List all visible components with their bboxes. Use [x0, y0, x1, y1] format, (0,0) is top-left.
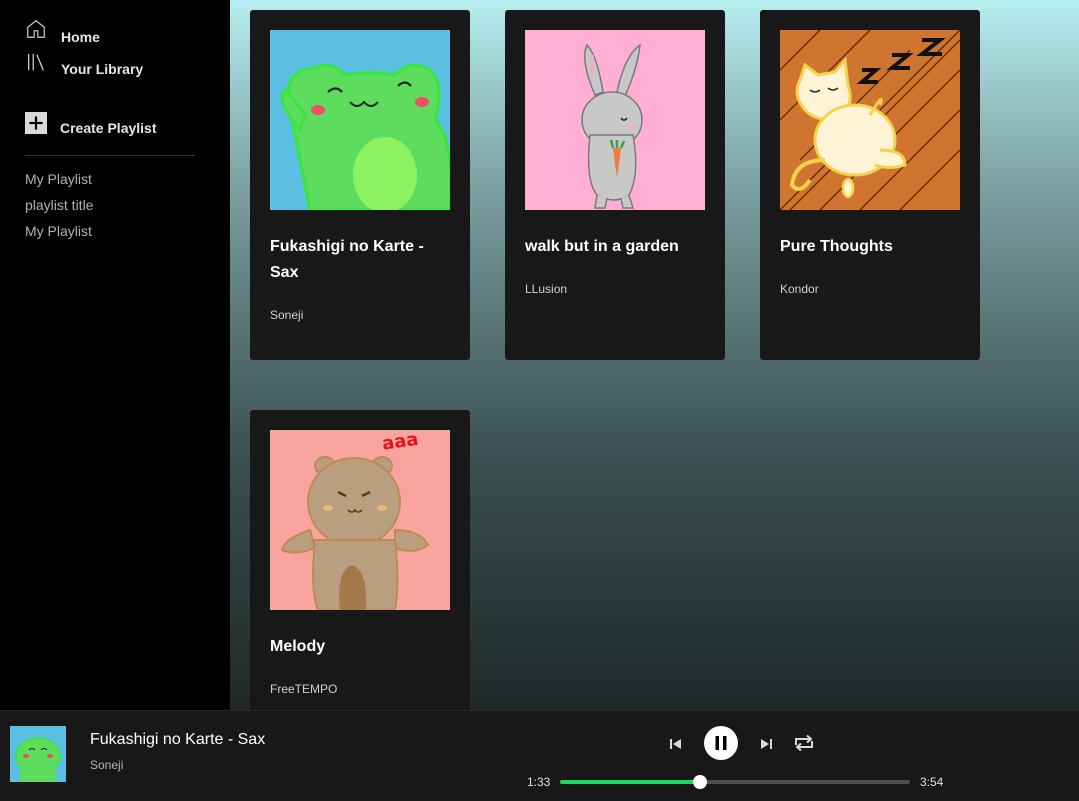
progress-bar[interactable]: [560, 775, 910, 789]
home-icon: [27, 19, 45, 38]
album-artist: LLusion: [525, 282, 568, 296]
album-artist: FreeTEMPO: [270, 682, 338, 696]
main-content: Fukashigi no Karte - Sax Soneji walk but…: [230, 0, 1079, 710]
playlist-item[interactable]: My Playlist: [25, 222, 93, 248]
create-playlist-button[interactable]: Create Playlist: [25, 112, 157, 136]
skip-previous-icon: [670, 739, 681, 749]
repeat-icon: [795, 734, 813, 752]
album-title: walk but in a garden: [525, 238, 679, 255]
album-card[interactable]: walk but in a garden LLusion: [505, 10, 725, 360]
play-pause-button[interactable]: [704, 726, 738, 765]
album-cover-cat: [780, 30, 960, 210]
nav-home-label: Home: [61, 29, 100, 45]
skip-next-icon: [761, 739, 772, 749]
playlist-item[interactable]: playlist title: [25, 196, 93, 222]
previous-button[interactable]: [668, 736, 684, 757]
library-icon: [28, 53, 44, 71]
nav-your-library-label: Your Library: [61, 61, 144, 77]
playlist-item[interactable]: My Playlist: [25, 170, 93, 196]
album-cover-bunny: [525, 30, 705, 210]
album-card[interactable]: Pure Thoughts Kondor: [760, 10, 980, 360]
nav-home[interactable]: Home: [25, 18, 100, 45]
repeat-button[interactable]: [792, 733, 816, 758]
now-playing-title: Fukashigi no Karte - Sax: [90, 731, 266, 748]
nav-your-library[interactable]: Your Library: [25, 52, 143, 77]
album-title: Pure Thoughts: [780, 238, 893, 255]
now-playing-cover: [10, 726, 66, 782]
album-artist: Kondor: [780, 282, 819, 296]
album-card[interactable]: aaa Melody FreeTEMPO: [250, 410, 470, 710]
duration-time: 3:54: [920, 775, 944, 789]
pause-icon: [704, 726, 738, 760]
now-playing-artist[interactable]: Soneji: [90, 758, 123, 772]
playlist-list: My Playlist playlist title My Playlist: [25, 170, 93, 248]
now-playing-bar: Fukashigi no Karte - Sax Soneji 1:33 3:5…: [0, 710, 1079, 801]
plus-icon: [25, 112, 47, 134]
album-artist: Soneji: [270, 308, 304, 322]
progress-fill: [560, 780, 700, 784]
progress-handle[interactable]: [693, 775, 707, 789]
elapsed-time: 1:33: [527, 775, 551, 789]
create-playlist-label: Create Playlist: [60, 120, 157, 136]
next-button[interactable]: [758, 736, 774, 757]
sidebar-divider: [25, 155, 195, 156]
album-title: Fukashigi no Karte - Sax: [270, 238, 424, 281]
album-cover-frog: [270, 30, 450, 210]
sidebar: Home Your Library Create Playlist My Pla…: [0, 0, 230, 710]
album-cover-bear: aaa: [270, 430, 450, 610]
album-title: Melody: [270, 638, 326, 655]
album-card[interactable]: Fukashigi no Karte - Sax Soneji: [250, 10, 470, 360]
